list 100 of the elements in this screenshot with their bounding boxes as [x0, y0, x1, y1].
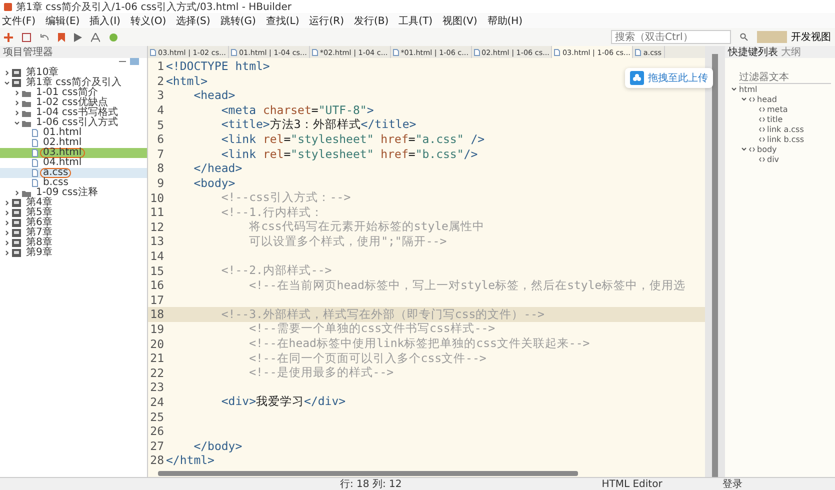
tag-icon	[759, 116, 765, 122]
plus-icon[interactable]	[4, 32, 13, 42]
chevron-right-icon[interactable]	[14, 110, 20, 116]
outline-item[interactable]: link b.css	[725, 134, 835, 144]
menu-item[interactable]: 插入(I)	[90, 14, 120, 28]
chevron-right-icon[interactable]	[14, 90, 20, 96]
code-line: 1 <!DOCTYPE html>	[156, 59, 270, 74]
code-line: 7 <link rel="stylesheet" href="b.css"/>	[156, 146, 478, 162]
tree-item[interactable]: 04.html	[0, 158, 147, 168]
chevron-right-icon[interactable]	[4, 230, 10, 236]
code-line: 21 <!--在同一个页面可以引入多个css文件-->	[149, 350, 486, 366]
chevron-right-icon[interactable]	[4, 220, 10, 226]
chevron-right-icon[interactable]	[4, 200, 10, 206]
code-line: 8 </head>	[156, 161, 242, 176]
code-line: 11 <!--1.行内样式：	[149, 204, 323, 220]
font-icon[interactable]	[91, 32, 100, 42]
outline-item[interactable]: meta	[725, 104, 835, 114]
tree-item[interactable]: 第5章	[0, 208, 147, 218]
tree-item[interactable]: 第7章	[0, 228, 147, 238]
code-line: 19 <!--需要一个单独的css文件书写css样式-->	[149, 322, 496, 336]
code-line: 25	[149, 409, 165, 424]
search-icon[interactable]	[740, 33, 748, 41]
outline-item[interactable]: div	[725, 154, 835, 164]
code-line: 3 <head>	[156, 88, 236, 103]
menu-item[interactable]: 运行(R)	[309, 14, 344, 28]
outline-item[interactable]: title	[725, 114, 835, 124]
chevron-right-icon[interactable]	[4, 240, 10, 246]
chevron-down-icon[interactable]	[4, 80, 10, 86]
tree-item[interactable]: 第1章 css简介及引入	[0, 78, 147, 88]
outline-item[interactable]: link a.css	[725, 124, 835, 134]
tree-item[interactable]: 1-01 css简介	[0, 88, 147, 98]
view-button[interactable]: 开发视图	[757, 30, 831, 44]
app-logo-icon	[4, 2, 12, 10]
tag-icon	[749, 96, 755, 102]
menu-item[interactable]: 帮助(H)	[487, 14, 523, 28]
code-line: 23	[149, 380, 165, 395]
tag-icon	[749, 146, 755, 152]
panel-tab[interactable]: 快捷键列表	[728, 45, 778, 59]
file-icon	[554, 48, 560, 56]
menu-item[interactable]: 发行(B)	[354, 14, 389, 28]
file-icon	[392, 48, 399, 56]
file-icon	[230, 48, 237, 56]
chevron-down-icon[interactable]	[741, 96, 747, 102]
search-field[interactable]: 搜索（双击Ctrl）	[611, 30, 731, 44]
tree-item[interactable]: 02.html	[0, 138, 147, 148]
code-line: 24 <div>我爱学习</div>	[149, 394, 346, 410]
scrollbar-thumb[interactable]	[158, 470, 578, 476]
window-title: 第1章 css简介及引入/1-06 css引入方式/03.html - HBuilder	[16, 0, 292, 14]
login-link[interactable]: 登录	[722, 477, 742, 490]
code-line: 22 <!--是使用最多的样式-->	[149, 365, 394, 380]
code-line: 17	[149, 292, 165, 308]
menu-item[interactable]: 转义(O)	[130, 14, 166, 28]
outline-item[interactable]: html	[725, 84, 835, 94]
menu-item[interactable]: 视图(V)	[442, 14, 478, 28]
tree-item[interactable]: 第4章	[0, 198, 147, 208]
upload-popup[interactable]: 拖拽至此上传	[625, 68, 713, 88]
scrollbar-thumb[interactable]	[712, 54, 718, 477]
file-icon	[474, 48, 480, 56]
collapse-icon[interactable]	[119, 58, 126, 65]
code-line: 14	[149, 248, 165, 264]
menu-item[interactable]: 查找(L)	[266, 14, 300, 28]
code-line: 15 <!--2.内部样式-->	[149, 263, 332, 278]
chevron-right-icon[interactable]	[4, 210, 10, 216]
chevron-down-icon[interactable]	[14, 120, 20, 126]
tree-item[interactable]: a.css	[0, 168, 147, 178]
code-line: 26	[149, 424, 165, 438]
bookmark-icon[interactable]	[58, 32, 65, 42]
code-line: 10 <!--css引入方式：-->	[149, 190, 351, 205]
tree-item[interactable]: 03.html	[0, 148, 147, 158]
code-line: 27 </body>	[149, 438, 242, 454]
menu-item[interactable]: 文件(F)	[2, 14, 36, 28]
tree-item[interactable]: 1-04 css书写格式	[0, 108, 147, 118]
chevron-right-icon[interactable]	[4, 250, 10, 256]
tree-item[interactable]: 1-09 css注释	[0, 188, 147, 198]
menu-item[interactable]: 工具(T)	[398, 14, 433, 28]
folder-icon	[22, 190, 31, 196]
play-icon[interactable]	[74, 32, 82, 42]
code-line: 20 <!--在head标签中使用link标签把单独的css文件关联起来-->	[149, 336, 590, 351]
cloud-icon	[630, 71, 644, 85]
tree-item[interactable]: 第6章	[0, 218, 147, 228]
tree-item[interactable]: 第8章	[0, 238, 147, 248]
tree-item[interactable]: 1-02 css优缺点	[0, 98, 147, 108]
menu-item[interactable]: 跳转(G)	[220, 14, 256, 28]
tree-item[interactable]: 01.html	[0, 128, 147, 138]
file-icon	[150, 48, 156, 56]
chevron-down-icon[interactable]	[731, 86, 737, 92]
outline-item[interactable]: head	[725, 94, 835, 104]
chevron-down-icon[interactable]	[741, 146, 747, 152]
tree-item[interactable]: 第10章	[0, 68, 147, 78]
menu-item[interactable]: 编辑(E)	[46, 14, 80, 28]
chevron-right-icon[interactable]	[14, 190, 20, 196]
undo-icon[interactable]	[40, 32, 49, 42]
tree-item[interactable]: 第9章	[0, 248, 147, 258]
tag-icon	[759, 126, 765, 132]
tree-item[interactable]: b.css	[0, 178, 147, 188]
tree-item[interactable]: 1-06 css引入方式	[0, 118, 147, 128]
chevron-right-icon[interactable]	[4, 70, 10, 76]
menu-item[interactable]: 选择(S)	[176, 14, 210, 28]
chevron-right-icon[interactable]	[14, 100, 20, 106]
outline-item[interactable]: body	[725, 144, 835, 154]
